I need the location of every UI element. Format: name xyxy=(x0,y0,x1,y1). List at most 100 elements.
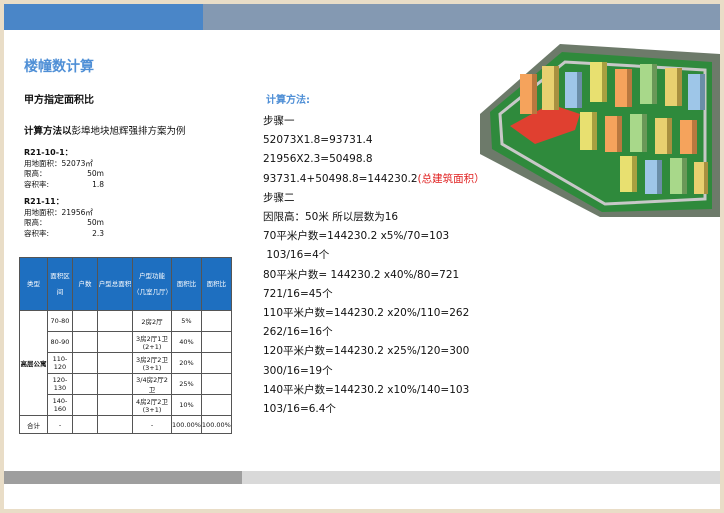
calc-line: 21956X2.3=50498.8 xyxy=(263,153,373,166)
ratio-2-cell xyxy=(200,331,232,353)
calc-steps: 步骤一 52073X1.8=93731.4 21956X2.3=50498.8 … xyxy=(263,112,485,419)
range-cell: 110-120 xyxy=(47,352,73,374)
range-cell: 80-90 xyxy=(47,331,73,353)
height-limit-value: 50m xyxy=(87,218,104,227)
plot-info-r21-11: R21-11： 用地面积： 21956㎡ 限高： 50m 容积率: 2.3 xyxy=(24,197,104,239)
function-cell: 3房2厅2卫(3+1) xyxy=(132,352,172,374)
table-row: 80-90 3房2厅1卫(2+1) 40% xyxy=(20,331,232,353)
calc-line: 70平米户数=144230.2 x5%/70=103 xyxy=(263,230,450,243)
function-cell: 4房2厅2卫(3+1) xyxy=(132,394,172,416)
calc-line: 300/16=19个 xyxy=(263,364,333,377)
calc-line: 80平米户数= 144230.2 x40%/80=721 xyxy=(263,268,460,281)
header-type: 类型 xyxy=(19,257,48,311)
land-area-value: 52073㎡ xyxy=(61,158,93,168)
calc-line: 93731.4+50498.8=144230.2 xyxy=(263,172,418,185)
total-area-cell xyxy=(97,373,133,395)
far-label: 容积率: xyxy=(24,228,50,238)
ratio-2-cell xyxy=(200,352,232,374)
range-cell: 140-160 xyxy=(47,394,73,416)
top-bar xyxy=(203,4,720,30)
table-row: 120-130 3/4房2厅2卫 25% xyxy=(20,373,232,395)
land-area-value: 21956㎡ xyxy=(61,207,93,217)
header-range: 面积区间 xyxy=(47,257,73,311)
total-area-cell xyxy=(97,352,133,374)
plot-name: R21-11： xyxy=(24,197,64,206)
far-label: 容积率: xyxy=(24,179,50,189)
count-cell xyxy=(72,331,98,353)
calc-line: 因限高：50米 所以层数为16 xyxy=(263,211,399,224)
calc-line-total: 93731.4+50498.8=144230.2(总建筑面积） xyxy=(263,170,485,189)
slide: 楼幢数计算 甲方指定面积比 计算方法以彭埠地块旭辉强排方案为例 R21-10-1… xyxy=(4,4,720,509)
ratio-2-cell xyxy=(200,394,232,416)
calc-line: 721/16=45个 xyxy=(263,287,333,300)
range-cell: 70-80 xyxy=(47,310,73,332)
method-line: 计算方法以彭埠地块旭辉强排方案为例 xyxy=(24,123,186,137)
total-count xyxy=(72,415,98,434)
header-ratio-2: 面积比 xyxy=(200,257,232,311)
calc-line: 110平米户数=144230.2 x20%/110=262 xyxy=(263,307,470,320)
ratio-cell: 20% xyxy=(171,352,202,374)
height-limit-value: 50m xyxy=(87,169,104,178)
table-row: 140-160 4房2厅2卫(3+1) 10% xyxy=(20,394,232,416)
plot-info-r21-10-1: R21-10-1： 用地面积： 52073㎡ 限高： 50m 容积率: 1.8 xyxy=(24,148,104,190)
total-ratio-2: 100.00% xyxy=(200,415,232,434)
section-subtitle: 甲方指定面积比 xyxy=(24,95,94,106)
bottom-bar xyxy=(242,471,720,484)
calc-line: 120平米户数=144230.2 x25%/120=300 xyxy=(263,345,470,358)
site-rendering-image xyxy=(480,44,720,217)
table-header-row: 类型 面积区间 户数 户型总面积 户型功能（几室几厅） 面积比 面积比 xyxy=(19,257,232,311)
count-cell xyxy=(72,352,98,374)
header-count: 户数 xyxy=(72,257,98,311)
land-area-label: 用地面积： xyxy=(24,158,62,168)
function-cell: 3房2厅1卫(2+1) xyxy=(132,331,172,353)
count-cell xyxy=(72,310,98,332)
total-area-cell xyxy=(97,331,133,353)
type-cell: 高层公寓 xyxy=(19,310,48,416)
far-value: 1.8 xyxy=(92,179,104,189)
calc-line: 步骤二 xyxy=(263,191,295,204)
method-text: 彭埠地块旭辉强排方案为例 xyxy=(71,126,186,137)
function-cell: 3/4房2厅2卫 xyxy=(132,373,172,395)
header-function: 户型功能（几室几厅） xyxy=(132,257,172,311)
area-ratio-table: 类型 面积区间 户数 户型总面积 户型功能（几室几厅） 面积比 面积比 高层公寓… xyxy=(19,257,232,434)
ratio-2-cell xyxy=(200,310,232,332)
count-cell xyxy=(72,394,98,416)
calc-line: 步骤一 xyxy=(263,115,295,127)
total-area-cell xyxy=(97,310,133,332)
bottom-accent-bar xyxy=(4,471,242,484)
calc-note: (总建筑面积） xyxy=(417,172,485,185)
land-area-label: 用地面积： xyxy=(24,207,62,217)
height-limit-label: 限高： xyxy=(24,169,47,178)
calc-line: 52073X1.8=93731.4 xyxy=(263,134,373,147)
table-row: 110-120 3房2厅2卫(3+1) 20% xyxy=(20,352,232,374)
total-area xyxy=(97,415,133,434)
calc-line: 103/16=6.4个 xyxy=(263,403,336,416)
ratio-cell: 5% xyxy=(171,310,202,332)
total-label: 合计 xyxy=(19,415,48,434)
calc-line: 140平米户数=144230.2 x10%/140=103 xyxy=(263,383,470,396)
table-row: 高层公寓 70-80 2房2厅 5% xyxy=(19,310,232,416)
top-accent-bar xyxy=(4,4,203,30)
ratio-cell: 25% xyxy=(171,373,202,395)
page-title: 楼幢数计算 xyxy=(24,59,94,75)
calc-title: 计算方法: xyxy=(266,95,310,106)
ratio-cell: 10% xyxy=(171,394,202,416)
range-cell: 120-130 xyxy=(47,373,73,395)
ratio-2-cell xyxy=(200,373,232,395)
function-cell: 2房2厅 xyxy=(132,310,172,332)
count-cell xyxy=(72,373,98,395)
header-total-area: 户型总面积 xyxy=(97,257,133,311)
calc-line: 103/16=4个 xyxy=(263,249,330,262)
total-area-cell xyxy=(97,394,133,416)
total-ratio: 100.00% xyxy=(171,415,202,434)
calc-line: 262/16=16个 xyxy=(263,326,333,339)
far-value: 2.3 xyxy=(92,228,104,238)
total-range: - xyxy=(47,415,73,434)
method-prefix: 计算方法以 xyxy=(24,126,72,137)
ratio-cell: 40% xyxy=(171,331,202,353)
table-total-row: 合计 - - 100.00% 100.00% xyxy=(19,415,232,434)
header-ratio: 面积比 xyxy=(171,257,202,311)
height-limit-label: 限高： xyxy=(24,218,47,227)
total-function: - xyxy=(132,415,172,434)
plot-name: R21-10-1： xyxy=(24,148,73,157)
